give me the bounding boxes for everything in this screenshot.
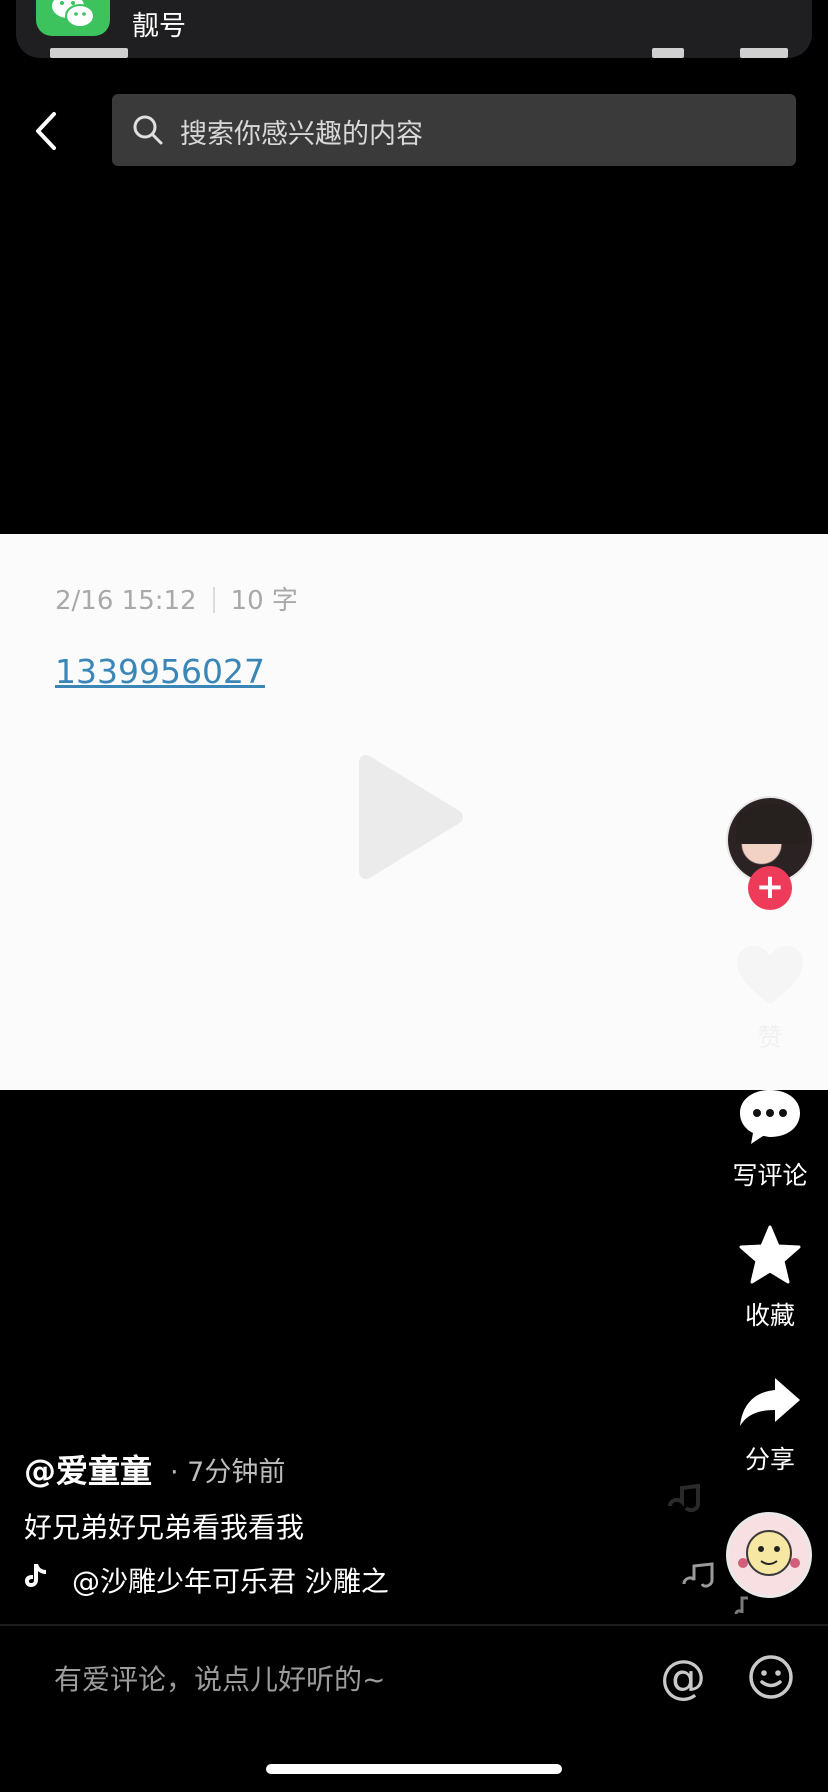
music-title: @沙雕少年可乐君 沙雕之	[72, 1565, 389, 1598]
star-icon	[739, 1225, 801, 1284]
home-indicator	[266, 1764, 562, 1774]
search-icon	[133, 115, 163, 145]
back-button[interactable]	[26, 106, 66, 156]
smiley-icon	[749, 1655, 793, 1699]
music-note-icon	[734, 1596, 748, 1615]
search-placeholder: 搜索你感兴趣的内容	[180, 119, 423, 150]
emoji-button[interactable]	[748, 1654, 794, 1704]
avatar-hair	[736, 804, 808, 844]
comment-bubble-icon	[740, 1090, 800, 1144]
music-note-icon	[668, 1484, 700, 1513]
divider	[0, 1624, 828, 1626]
note-meta: 2/16 15:12 10 字	[55, 580, 298, 617]
search-bar[interactable]: 搜索你感兴趣的内容	[112, 94, 796, 166]
like-button[interactable]: 赞	[726, 944, 814, 1054]
music-disc[interactable]	[726, 1512, 812, 1598]
post-time: · 7分钟前	[170, 1457, 286, 1488]
share-arrow-icon	[740, 1378, 800, 1426]
like-label: 赞	[757, 1023, 783, 1052]
notification-text: 靓号	[132, 11, 186, 42]
play-icon	[359, 755, 463, 879]
post-caption: 好兄弟好兄弟看我看我	[24, 1511, 305, 1544]
author-name[interactable]: @爱童童	[24, 1446, 152, 1492]
comment-input[interactable]: 有爱评论，说点儿好听的~	[54, 1658, 385, 1698]
chevron-left-icon	[36, 112, 56, 150]
status-bar-fragment	[50, 48, 128, 58]
status-bar-fragment	[652, 48, 684, 58]
music-note-icon	[682, 1562, 714, 1588]
wechat-icon	[36, 0, 110, 36]
notification-banner[interactable]: 靓号	[16, 0, 812, 58]
follow-button[interactable]: +	[748, 866, 792, 910]
comment-button[interactable]: 写评论	[726, 1086, 814, 1192]
share-button[interactable]: 分享	[726, 1374, 814, 1476]
favorite-button[interactable]: 收藏	[726, 1224, 814, 1332]
phone-number-link[interactable]: 1339956027	[55, 652, 265, 691]
note-date: 2/16 15:12	[55, 586, 197, 616]
note-char-count: 10 字	[230, 586, 298, 616]
video-content-card[interactable]: 2/16 15:12 10 字 1339956027	[0, 534, 828, 1090]
favorite-label: 收藏	[744, 1301, 795, 1330]
music-cover-icon	[729, 1515, 809, 1595]
meta-divider	[212, 587, 215, 613]
heart-icon	[737, 946, 803, 1004]
mention-button[interactable]: @	[660, 1650, 706, 1704]
tiktok-note-icon	[25, 1564, 46, 1587]
share-label: 分享	[744, 1445, 795, 1474]
comment-label: 写评论	[732, 1161, 808, 1190]
status-bar-fragment	[740, 48, 788, 58]
